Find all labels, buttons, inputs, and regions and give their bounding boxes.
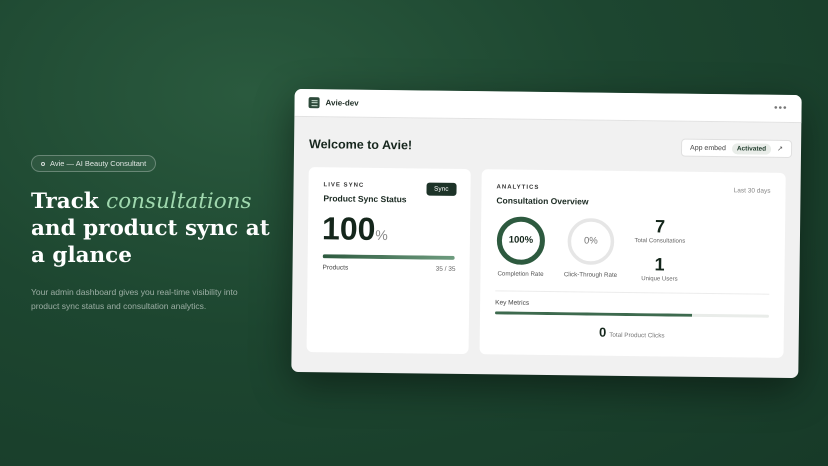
product-clicks-label: Total Product Clicks [609, 331, 665, 340]
key-metrics-label: Key Metrics [495, 299, 530, 307]
hero-headline: Track consultations and product sync at … [31, 188, 271, 269]
analytics-card-title: Consultation Overview [496, 195, 589, 207]
sync-percent-value: 100 [321, 210, 376, 247]
analytics-eyebrow: ANALYTICS [496, 184, 540, 191]
consultation-overview-card: ANALYTICS Consultation Overview Last 30 … [479, 169, 786, 358]
section-divider [495, 290, 770, 295]
sync-percent: 100% [322, 210, 388, 248]
hero-subtext: Your admin dashboard gives you real-time… [31, 287, 238, 311]
app-logo-icon [308, 97, 320, 109]
app-embed-label: App embed [690, 144, 726, 152]
unique-users-label: Unique Users [641, 276, 678, 283]
headline-pre: Track [31, 189, 107, 214]
headline-accent: consultations [106, 189, 252, 214]
total-consultations-value: 7 [654, 216, 666, 237]
app-titlebar: Avie-dev ••• [294, 88, 802, 124]
app-embed-status[interactable]: App embed Activated ↗ [680, 138, 793, 158]
product-clicks-value: 0 [598, 324, 607, 340]
sync-progress-bar [322, 254, 455, 260]
completion-label: Completion Rate [497, 270, 544, 278]
sync-percent-sign: % [375, 226, 388, 244]
completion-value: 100% [508, 234, 534, 246]
product-sync-card: LIVE SYNC Product Sync Status Sync 100% … [306, 167, 471, 355]
unique-users-value: 1 [654, 254, 665, 275]
sync-progress-fill [322, 254, 455, 260]
key-metrics-bar [495, 311, 770, 318]
sync-eyebrow: LIVE SYNC [323, 182, 365, 189]
total-consultations-label: Total Consultations [634, 238, 686, 245]
app-window: Avie-dev ••• Welcome to Avie! App embed … [291, 88, 802, 379]
products-label: Products [322, 264, 349, 272]
products-count: 35 / 35 [435, 265, 456, 273]
external-link-icon[interactable]: ↗ [777, 145, 783, 153]
status-badge: Activated [731, 142, 772, 155]
period-label: Last 30 days [733, 187, 771, 195]
more-options-icon[interactable]: ••• [774, 103, 788, 114]
sync-button[interactable]: Sync [426, 182, 457, 196]
sync-card-title: Product Sync Status [323, 193, 407, 205]
key-metrics-fill [495, 311, 693, 317]
product-clicks: 0 Total Product Clicks [480, 322, 784, 344]
app-name: Avie-dev [325, 98, 359, 108]
ctr-value: 0% [583, 235, 598, 247]
pill-dot-icon [41, 161, 45, 166]
headline-post: and product sync at a glance [31, 216, 270, 268]
page-title: Welcome to Avie! [308, 137, 413, 153]
pill-text: Avie — AI Beauty Consultant [50, 159, 147, 168]
hero-pill: Avie — AI Beauty Consultant [31, 155, 157, 172]
